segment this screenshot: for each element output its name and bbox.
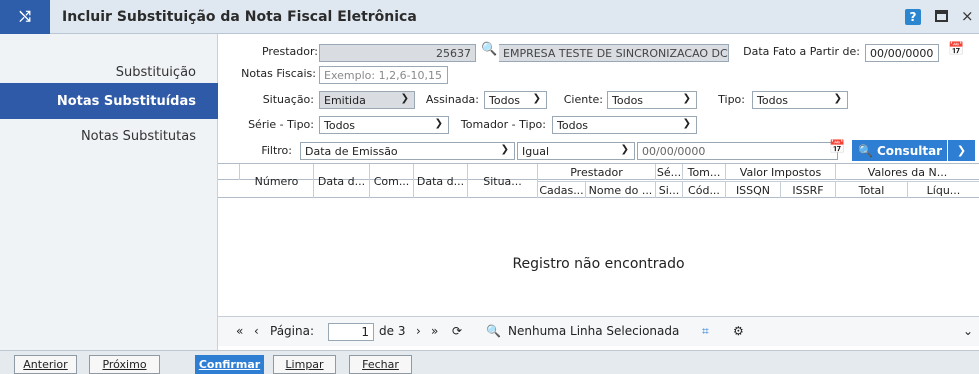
filtro-label: Filtro: xyxy=(261,144,292,157)
proximo-button[interactable]: Próximo xyxy=(89,355,160,374)
gear-icon[interactable]: ⚙ xyxy=(733,324,744,338)
tipo-value: Todos xyxy=(757,94,789,107)
col-cadastro[interactable]: Cadas... xyxy=(538,181,586,198)
assinada-label: Assinada: xyxy=(425,93,479,106)
anterior-button[interactable]: Anterior xyxy=(14,355,77,374)
fechar-button[interactable]: Fechar xyxy=(349,355,412,374)
sidebar: Substituição Notas Substituídas Notas Su… xyxy=(0,34,218,350)
data-fato-field[interactable]: 00/00/0000 xyxy=(865,44,939,62)
consultar-button[interactable]: 🔍 Consultar xyxy=(852,140,947,161)
help-button[interactable]: ? xyxy=(905,9,921,25)
prestador-code-field[interactable]: 25637 xyxy=(319,44,476,62)
maximize-button[interactable] xyxy=(935,10,948,22)
pager: « ‹ Página: 1 de 3 › » ⟳ 🔍 Nenhuma Linha… xyxy=(218,316,979,346)
col-data-1[interactable]: Data d... xyxy=(314,164,370,198)
col-total[interactable]: Total xyxy=(836,181,908,198)
search-icon[interactable]: 🔍 xyxy=(486,324,501,338)
situacao-label: Situação: xyxy=(262,93,314,106)
tipo-select[interactable]: Todos ❯ xyxy=(752,91,848,109)
search-icon: 🔍 xyxy=(858,143,873,158)
main-panel: Prestador: 25637 🔍 EMPRESA TESTE DE SINC… xyxy=(218,34,979,350)
filtro-operator-select[interactable]: Igual ❯ xyxy=(517,142,635,160)
assinada-value: Todos xyxy=(489,94,521,107)
col-si[interactable]: Si... xyxy=(656,181,683,198)
confirmar-button[interactable]: Confirmar xyxy=(195,355,264,374)
selection-status: Nenhuma Linha Selecionada xyxy=(508,324,680,338)
col-nome[interactable]: Nome do ... xyxy=(586,181,656,198)
chevron-down-icon: ❯ xyxy=(682,118,691,129)
col-issqn[interactable]: ISSQN xyxy=(726,181,781,198)
tipo-label: Tipo: xyxy=(718,93,745,106)
col-issrf[interactable]: ISSRF xyxy=(781,181,836,198)
first-page-icon[interactable]: « xyxy=(236,324,243,338)
filtro-field-select[interactable]: Data de Emissão ❯ xyxy=(300,142,515,160)
page-count: de 3 xyxy=(379,324,406,338)
search-icon[interactable]: 🔍 xyxy=(481,42,497,57)
prestador-name-field: EMPRESA TESTE DE SINCRONIZACAO DC - CO xyxy=(499,44,729,62)
prestador-label: Prestador: xyxy=(261,45,318,58)
last-page-icon[interactable]: » xyxy=(431,324,438,338)
title-bar: ⤭ Incluir Substituição da Nota Fiscal El… xyxy=(0,0,979,34)
empty-message: Registro não encontrado xyxy=(512,256,685,272)
situacao-select[interactable]: Emitida ❯ xyxy=(319,91,415,109)
prev-page-icon[interactable]: ‹ xyxy=(254,324,259,338)
grid-header-row: Número Data d... Com... Data d... Situa.… xyxy=(218,164,979,198)
col-situacao[interactable]: Situa... xyxy=(468,164,538,198)
col-numero[interactable]: Número xyxy=(240,164,314,198)
chevron-down-icon: ❯ xyxy=(682,93,691,104)
refresh-icon[interactable]: ⟳ xyxy=(452,324,462,338)
limpar-button[interactable]: Limpar xyxy=(273,355,336,374)
tomador-select[interactable]: Todos ❯ xyxy=(552,116,697,134)
filtro-operator-value: Igual xyxy=(522,145,549,158)
assinada-select[interactable]: Todos ❯ xyxy=(484,91,547,109)
app-icon: ⤭ xyxy=(0,0,50,34)
ciente-label: Ciente: xyxy=(563,93,603,106)
chevron-down-icon: ❯ xyxy=(833,93,842,104)
chevron-down-icon: ❯ xyxy=(400,93,409,104)
page-input[interactable]: 1 xyxy=(328,323,374,341)
sidebar-item-notas-substitutas[interactable]: Notas Substitutas xyxy=(0,118,218,154)
next-page-icon[interactable]: › xyxy=(416,324,421,338)
sidebar-item-notas-substituidas[interactable]: Notas Substituídas xyxy=(0,83,218,119)
col-com[interactable]: Com... xyxy=(370,164,414,198)
situacao-value: Emitida xyxy=(324,94,366,107)
filtro-field-value: Data de Emissão xyxy=(305,145,398,158)
chevron-down-icon[interactable]: ⌄ xyxy=(963,324,973,338)
bottom-bar: Anterior Próximo Confirmar Limpar Fechar xyxy=(0,350,979,374)
ciente-select[interactable]: Todos ❯ xyxy=(607,91,697,109)
serie-label: Série - Tipo: xyxy=(248,118,314,131)
chevron-down-icon: ❯ xyxy=(500,144,509,155)
col-data-2[interactable]: Data d... xyxy=(414,164,468,198)
calendar-icon[interactable]: 📅 xyxy=(829,140,845,155)
chevron-down-icon: ❯ xyxy=(620,144,629,155)
notas-label: Notas Fiscais: xyxy=(241,67,316,80)
page-label: Página: xyxy=(270,324,315,338)
consultar-label: Consultar xyxy=(876,143,943,158)
col-cod[interactable]: Cód... xyxy=(683,181,726,198)
calendar-icon[interactable]: 📅 xyxy=(948,42,964,57)
tomador-value: Todos xyxy=(557,119,589,132)
close-button[interactable]: × xyxy=(961,7,974,25)
crop-icon[interactable]: ⌗ xyxy=(702,324,709,339)
col-liquido[interactable]: Líqu... xyxy=(908,181,979,198)
serie-value: Todos xyxy=(324,119,356,132)
chevron-down-icon: ❯ xyxy=(434,118,443,129)
window-title: Incluir Substituição da Nota Fiscal Elet… xyxy=(62,9,417,25)
chevron-down-icon: ❯ xyxy=(532,93,541,104)
notas-field[interactable]: Exemplo: 1,2,6-10,15 xyxy=(319,66,448,84)
tomador-label: Tomador - Tipo: xyxy=(460,118,546,131)
filtro-value-field[interactable]: 00/00/0000 xyxy=(637,142,838,160)
data-fato-label: Data Fato a Partir de: xyxy=(743,45,860,58)
serie-select[interactable]: Todos ❯ xyxy=(319,116,449,134)
consultar-dropdown-button[interactable]: ❯ xyxy=(947,140,975,161)
ciente-value: Todos xyxy=(612,94,644,107)
